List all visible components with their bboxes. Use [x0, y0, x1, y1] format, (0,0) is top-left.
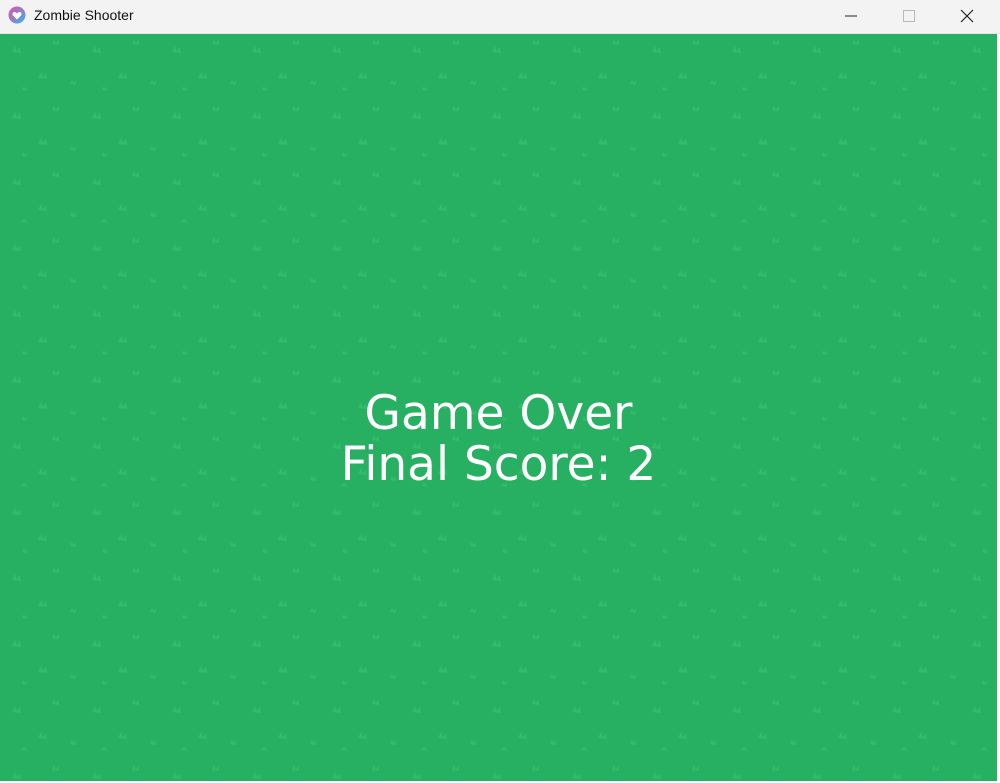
game-window: Zombie Shooter Game Over Final Score: 2	[0, 0, 1000, 783]
minimize-icon	[845, 15, 857, 17]
game-over-text: Game Over	[364, 386, 633, 441]
title-bar[interactable]: Zombie Shooter	[0, 0, 1000, 34]
final-score-text: Final Score: 2	[340, 437, 657, 492]
maximize-icon	[903, 10, 915, 22]
close-button[interactable]	[938, 0, 996, 32]
maximize-button[interactable]	[880, 0, 938, 32]
close-icon	[960, 9, 974, 23]
app-heart-icon	[8, 6, 26, 24]
minimize-button[interactable]	[822, 0, 880, 32]
window-title: Zombie Shooter	[34, 7, 134, 23]
game-canvas[interactable]: Game Over Final Score: 2	[0, 34, 997, 781]
